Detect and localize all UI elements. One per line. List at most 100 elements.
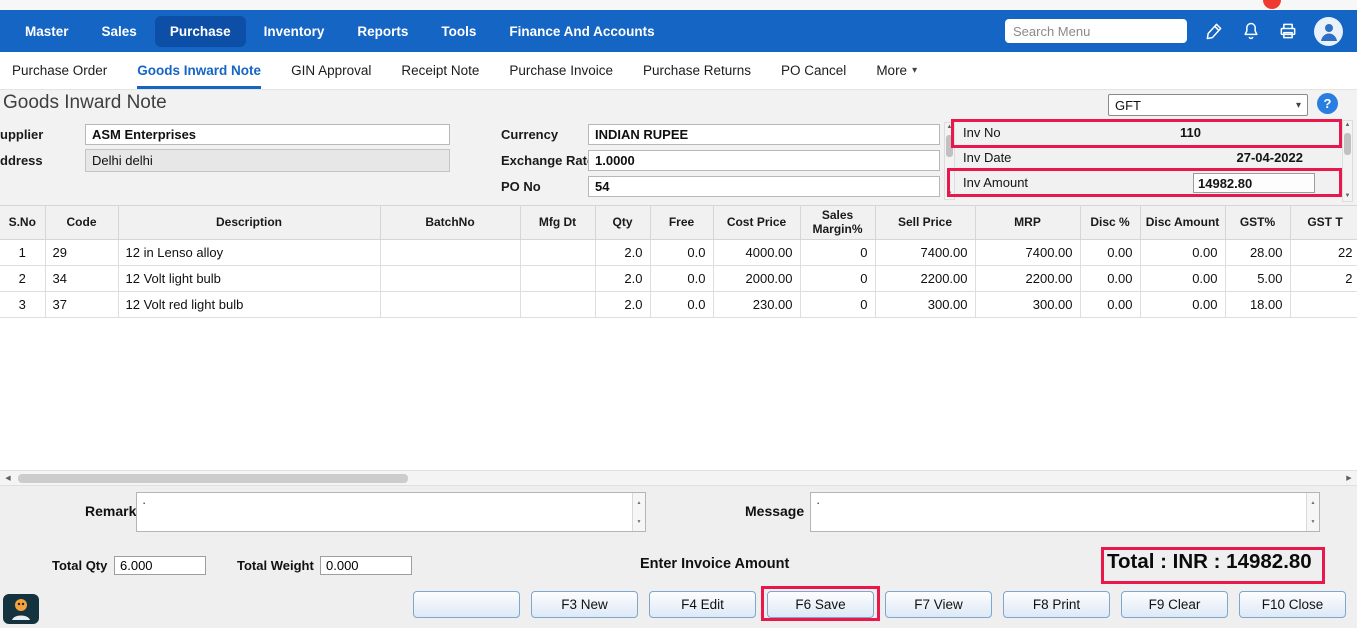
table-cell[interactable] [1290,292,1357,318]
po-no-input[interactable] [588,176,940,197]
table-cell[interactable]: 29 [45,240,118,266]
table-cell[interactable]: 0.00 [1140,266,1225,292]
scrollbar-thumb[interactable] [946,135,953,157]
table-cell[interactable]: 7400.00 [875,240,975,266]
scroll-down-icon[interactable]: ▼ [1345,192,1351,201]
table-cell[interactable]: 18.00 [1225,292,1290,318]
table-cell[interactable]: 0.00 [1080,240,1140,266]
table-row[interactable]: 12912 in Lenso alloy2.00.04000.0007400.0… [0,240,1357,266]
f10-close-button[interactable]: F10 Close [1239,591,1346,618]
f7-view-button[interactable]: F7 View [885,591,992,618]
table-cell[interactable] [520,266,595,292]
horizontal-scrollbar[interactable]: ◀ ▶ [0,470,1357,486]
table-cell[interactable]: 37 [45,292,118,318]
menu-finance-and-accounts[interactable]: Finance And Accounts [494,16,669,47]
f3-new-button[interactable]: F3 New [531,591,638,618]
series-dropdown[interactable]: GFT ▾ [1108,94,1308,116]
spin-up-icon[interactable]: ▲ [1307,493,1319,512]
tab-goods-inward-note[interactable]: Goods Inward Note [137,52,261,89]
menu-sales[interactable]: Sales [87,16,152,47]
scroll-right-icon[interactable]: ▶ [1341,471,1357,485]
table-cell[interactable]: 300.00 [975,292,1080,318]
tab-receipt-note[interactable]: Receipt Note [401,52,479,89]
f4-edit-button[interactable]: F4 Edit [649,591,756,618]
inv-no-value[interactable]: 110 [1180,125,1201,140]
table-cell[interactable]: 1 [0,240,45,266]
scroll-up-icon[interactable]: ▲ [1345,121,1351,130]
table-cell[interactable]: 0.0 [650,266,713,292]
table-cell[interactable]: 2000.00 [713,266,800,292]
table-cell[interactable]: 300.00 [875,292,975,318]
menu-tools[interactable]: Tools [426,16,491,47]
inv-date-value[interactable]: 27-04-2022 [1237,150,1304,165]
table-cell[interactable]: 12 Volt red light bulb [118,292,380,318]
table-cell[interactable]: 12 Volt light bulb [118,266,380,292]
search-menu-input[interactable] [1005,19,1187,43]
spin-down-icon[interactable]: ▼ [633,512,645,531]
blank-button[interactable] [413,591,520,618]
spin-down-icon[interactable]: ▼ [1307,512,1319,531]
spin-up-icon[interactable]: ▲ [633,493,645,512]
menu-master[interactable]: Master [10,16,84,47]
scrollbar-thumb[interactable] [18,474,408,483]
tab-purchase-returns[interactable]: Purchase Returns [643,52,751,89]
table-cell[interactable]: 34 [45,266,118,292]
table-cell[interactable]: 0 [800,266,875,292]
tab-more[interactable]: More▾ [876,52,917,89]
table-cell[interactable]: 28.00 [1225,240,1290,266]
tab-purchase-invoice[interactable]: Purchase Invoice [509,52,613,89]
table-cell[interactable]: 2.0 [595,240,650,266]
brush-icon[interactable] [1203,21,1224,42]
exchange-rate-input[interactable] [588,150,940,171]
f8-print-button[interactable]: F8 Print [1003,591,1110,618]
table-cell[interactable]: 2 [0,266,45,292]
scroll-left-icon[interactable]: ◀ [0,471,16,485]
table-cell[interactable]: 2.0 [595,266,650,292]
scrollbar-thumb[interactable] [1344,133,1351,155]
remarks-textarea[interactable]: · ▲ ▼ [136,492,646,532]
table-cell[interactable]: 3 [0,292,45,318]
tab-purchase-order[interactable]: Purchase Order [12,52,107,89]
table-cell[interactable] [520,292,595,318]
scroll-up-icon[interactable]: ▲ [947,123,953,132]
table-cell[interactable] [380,240,520,266]
supplier-input[interactable] [85,124,450,145]
user-avatar[interactable] [1314,17,1343,46]
table-cell[interactable]: 0.00 [1080,292,1140,318]
table-cell[interactable]: 7400.00 [975,240,1080,266]
address-input[interactable] [85,149,450,172]
form-vertical-scrollbar[interactable]: ▲ ▼ [944,122,955,200]
table-cell[interactable] [380,292,520,318]
currency-input[interactable] [588,124,940,145]
table-row[interactable]: 23412 Volt light bulb2.00.02000.0002200.… [0,266,1357,292]
table-cell[interactable]: 0 [800,292,875,318]
table-cell[interactable]: 0.00 [1140,292,1225,318]
bell-icon[interactable] [1240,21,1261,42]
inv-amount-input[interactable]: 14982.80 [1193,173,1315,193]
menu-reports[interactable]: Reports [342,16,423,47]
table-cell[interactable] [520,240,595,266]
table-cell[interactable]: 2200.00 [975,266,1080,292]
table-cell[interactable]: 0.0 [650,292,713,318]
table-cell[interactable] [380,266,520,292]
table-row[interactable]: 33712 Volt red light bulb2.00.0230.00030… [0,292,1357,318]
printer-icon[interactable] [1277,21,1298,42]
table-cell[interactable]: 12 in Lenso alloy [118,240,380,266]
table-cell[interactable]: 0 [800,240,875,266]
help-icon[interactable]: ? [1317,93,1338,114]
table-cell[interactable]: 5.00 [1225,266,1290,292]
table-cell[interactable]: 2.0 [595,292,650,318]
tab-gin-approval[interactable]: GIN Approval [291,52,371,89]
tab-po-cancel[interactable]: PO Cancel [781,52,846,89]
f9-clear-button[interactable]: F9 Clear [1121,591,1228,618]
total-weight-input[interactable] [320,556,412,575]
assistant-mascot[interactable] [2,592,42,626]
menu-inventory[interactable]: Inventory [249,16,340,47]
table-cell[interactable]: 22 [1290,240,1357,266]
table-cell[interactable]: 2200.00 [875,266,975,292]
table-cell[interactable]: 4000.00 [713,240,800,266]
menu-purchase[interactable]: Purchase [155,16,246,47]
message-textarea[interactable]: · ▲ ▼ [810,492,1320,532]
scroll-down-icon[interactable]: ▼ [947,190,953,199]
table-cell[interactable]: 0.00 [1140,240,1225,266]
